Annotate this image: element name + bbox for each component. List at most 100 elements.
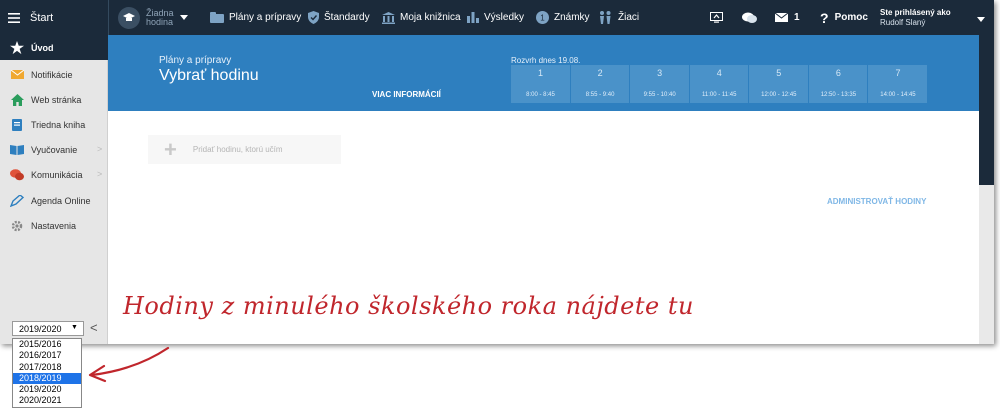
sidebar-item-teaching[interactable]: Vyučovanie > [0,137,108,162]
sidebar-item-label: Web stránka [31,94,82,105]
screen-share-button[interactable] [710,0,723,35]
breadcrumb[interactable]: Plány a prípravy [159,55,231,66]
star-icon [10,40,24,55]
year-option[interactable]: 2017/2018 [13,362,81,373]
book-icon [10,118,24,132]
year-option-highlighted[interactable]: 2018/2019 [13,372,81,385]
sidebar: Úvod Notifikácie Web stránka Triedna kni… [0,35,108,344]
period-time: 14:00 - 14:45 [880,92,916,98]
sidebar-item-home[interactable]: Úvod [0,35,108,60]
house-icon [10,93,24,107]
sidebar-item-agenda-online[interactable]: Agenda Online [0,188,108,213]
year-option[interactable]: 2020/2021 [13,395,81,406]
menu-item-standards[interactable]: Štandardy [308,0,370,35]
collapse-sidebar-button[interactable]: < [90,320,98,335]
grade-icon: 1 [536,11,549,24]
user-prefix: Ste prihlásený ako [880,7,951,17]
period-cell[interactable]: 6 12:50 - 13:35 [808,65,868,103]
chat-button[interactable] [742,0,757,35]
chat-icon [742,12,757,23]
help-label: Pomoc [834,12,868,23]
year-option[interactable]: 2016/2017 [13,350,81,361]
year-option[interactable]: 2019/2020 [13,384,81,395]
period-number: 3 [657,68,663,78]
annotation-arrow-icon [88,346,170,383]
period-number: 6 [835,68,841,78]
caret-down-icon: ▼ [71,324,78,331]
period-number: 7 [895,68,901,78]
menu-item-results[interactable]: Výsledky [467,0,524,35]
hamburger-icon [8,12,20,23]
period-cell[interactable]: 1 8:00 - 8:45 [511,65,570,103]
school-year-dropdown-list: 2015/2016 2016/2017 2017/2018 2018/2019 … [12,338,82,408]
period-number: 2 [597,68,603,78]
menu-label: Štandardy [324,12,370,23]
students-icon [600,11,611,24]
period-cell[interactable]: 3 9:55 - 10:40 [630,65,689,103]
sidebar-item-communication[interactable]: Komunikácia > [0,162,108,187]
add-lesson-button[interactable]: + Pridať hodinu, ktorú učím [148,135,341,164]
menu-label: Žiaci [618,12,640,23]
sidebar-item-website[interactable]: Web stránka [0,87,108,112]
mail-count: 1 [794,12,800,23]
sidebar-item-settings[interactable]: Nastavenia [0,213,108,238]
top-navigation-bar: Štart Žiadna hodina Plány a prípravy Šta… [0,0,994,35]
shield-icon [308,11,319,24]
caret-down-icon [179,15,188,20]
header-banner: Plány a prípravy Vybrať hodinu VIAC INFO… [108,35,979,111]
period-time: 8:55 - 9:40 [585,92,615,98]
graduation-cap-icon [118,6,140,29]
period-cell[interactable]: 5 12:00 - 12:45 [749,65,808,103]
class-selector[interactable]: Žiadna hodina [118,0,188,35]
period-cell[interactable]: 7 14:00 - 14:45 [868,65,928,103]
school-year-value: 2019/2020 [19,323,62,334]
sidebar-item-class-book[interactable]: Triedna kniha [0,112,108,137]
period-cell[interactable]: 2 8:55 - 9:40 [570,65,630,103]
divider [108,0,109,35]
menu-item-plans[interactable]: Plány a prípravy [210,0,301,35]
period-time: 9:55 - 10:40 [643,92,676,98]
menu-item-library[interactable]: Moja knižnica [382,0,461,35]
sidebar-item-label: Úvod [31,42,54,53]
menu-item-grades[interactable]: 1 Známky [536,0,590,35]
page-title: Vybrať hodinu [159,67,259,84]
library-icon [382,11,395,24]
user-name: Rudolf Slaný [880,17,926,27]
chevron-right-icon: > [97,169,103,179]
period-number: 1 [537,68,543,78]
chat-bubbles-icon [10,168,24,182]
menu-item-students[interactable]: Žiaci [598,0,639,35]
school-year-select[interactable]: 2019/2020 ▼ [12,321,84,336]
pen-icon [10,194,24,208]
caret-down-icon [977,17,985,22]
sidebar-item-label: Nastavenia [31,220,77,231]
envelope-icon [775,13,788,22]
right-edge-strip [979,35,994,344]
mail-button[interactable]: 1 [775,0,800,35]
app-root: Štart Žiadna hodina Plány a prípravy Šta… [0,0,1000,414]
sidebar-item-notifications[interactable]: Notifikácie [0,62,108,87]
sidebar-item-label: Vyučovanie [31,144,78,155]
open-book-icon [10,143,24,157]
more-info-link[interactable]: VIAC INFORMÁCIÍ [372,90,441,99]
period-cell[interactable]: 4 11:00 - 11:45 [689,65,749,103]
question-mark-icon: ? [820,9,829,26]
year-option[interactable]: 2015/2016 [13,339,81,350]
gear-icon [10,219,24,233]
sidebar-item-label: Triedna kniha [31,119,86,130]
period-number: 4 [716,68,722,78]
envelope-icon [10,68,24,82]
administer-lessons-link[interactable]: ADMINISTROVAŤ HODINY [827,197,926,206]
plus-icon: + [164,136,177,162]
user-menu[interactable]: Ste prihlásený ako Rudolf Slaný [880,0,988,35]
menu-label: Známky [554,12,590,23]
help-button[interactable]: ? Pomoc [820,0,868,35]
menu-label: Plány a prípravy [229,12,302,23]
schedule-periods: 1 8:00 - 8:45 2 8:55 - 9:40 3 9:55 - 10:40 … [511,65,928,103]
add-lesson-label: Pridať hodinu, ktorú učím [192,145,283,154]
sidebar-item-label: Agenda Online [31,195,91,206]
period-time: 8:00 - 8:45 [526,92,555,98]
folder-icon [210,12,224,23]
start-button[interactable]: Štart [8,0,108,35]
menu-label: Moja knižnica [400,12,461,23]
